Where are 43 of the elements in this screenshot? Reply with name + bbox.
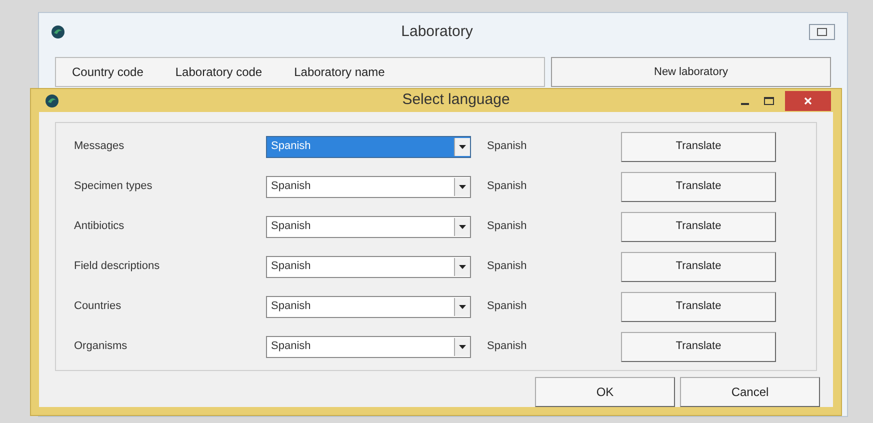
translate-button[interactable]: Translate (621, 132, 776, 162)
row-label: Countries (73, 299, 122, 314)
current-language: Spanish (486, 219, 528, 234)
row-label: Messages (73, 139, 126, 154)
language-dropdown[interactable]: Spanish (266, 336, 471, 358)
language-dropdown[interactable]: Spanish (266, 296, 471, 318)
dropdown-value: Spanish (270, 139, 312, 154)
restore-icon[interactable] (809, 24, 835, 40)
dropdown-value: Spanish (270, 339, 312, 354)
column-header[interactable]: Laboratory name (278, 63, 401, 81)
translate-button[interactable]: Translate (621, 332, 776, 362)
ok-button[interactable]: OK (535, 377, 675, 407)
translate-button[interactable]: Translate (621, 172, 776, 202)
current-language: Spanish (486, 339, 528, 354)
column-header[interactable]: Country code (56, 63, 160, 81)
translate-button[interactable]: Translate (621, 292, 776, 322)
current-language: Spanish (486, 139, 528, 154)
translate-button[interactable]: Translate (621, 212, 776, 242)
app-icon (51, 25, 65, 39)
language-dropdown[interactable]: Spanish (266, 216, 471, 238)
dropdown-value: Spanish (270, 219, 312, 234)
row-label: Field descriptions (73, 259, 161, 274)
current-language: Spanish (486, 179, 528, 194)
current-language: Spanish (486, 299, 528, 314)
new-laboratory-button[interactable]: New laboratory (551, 57, 831, 87)
dialog-title: Select language (401, 90, 511, 110)
close-icon (804, 96, 812, 104)
column-header[interactable]: Laboratory code (159, 63, 278, 81)
row-label: Specimen types (73, 179, 154, 194)
dropdown-value: Spanish (270, 299, 312, 314)
translate-button[interactable]: Translate (621, 252, 776, 282)
language-dropdown[interactable]: Spanish (266, 136, 471, 158)
language-dropdown[interactable]: Spanish (266, 256, 471, 278)
app-icon (45, 94, 59, 108)
dropdown-value: Spanish (270, 179, 312, 194)
window-title: Laboratory (400, 22, 474, 42)
language-dropdown[interactable]: Spanish (266, 176, 471, 198)
current-language: Spanish (486, 259, 528, 274)
row-label: Antibiotics (73, 219, 126, 234)
dropdown-value: Spanish (270, 259, 312, 274)
cancel-button[interactable]: Cancel (680, 377, 820, 407)
row-label: Organisms (73, 339, 128, 354)
close-button[interactable] (785, 90, 831, 110)
